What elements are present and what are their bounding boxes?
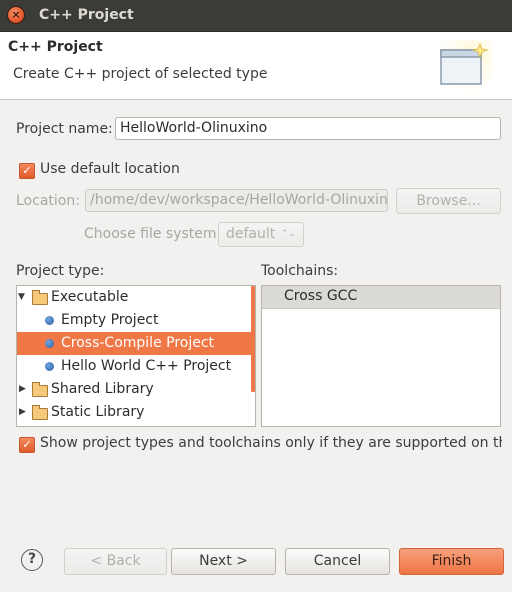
project-type-tree[interactable]: ▼ Executable Empty Project Cross-Compile… bbox=[16, 285, 256, 427]
location-label: Location: bbox=[16, 193, 80, 209]
next-button[interactable]: Next > bbox=[171, 548, 276, 575]
file-system-value: default bbox=[226, 226, 276, 242]
file-system-select[interactable]: default ⌃⌄ bbox=[218, 222, 304, 247]
expanded-arrow-icon[interactable]: ▼ bbox=[18, 286, 25, 309]
tree-item-label: Hello World C++ Project bbox=[61, 358, 232, 374]
tree-item-shared-library[interactable]: ▶ Shared Library bbox=[17, 378, 252, 401]
project-name-input[interactable]: HelloWorld-Olinuxino bbox=[115, 117, 501, 140]
tree-item-label: Cross-Compile Project bbox=[61, 335, 215, 351]
title-bar: × C++ Project bbox=[0, 0, 512, 32]
select-arrows-icon: ⌃⌄ bbox=[280, 229, 296, 239]
location-input[interactable]: /home/dev/workspace/HelloWorld-Olinuxino bbox=[85, 189, 388, 212]
page-title: C++ Project bbox=[8, 39, 103, 55]
project-type-bullet-icon bbox=[45, 339, 54, 348]
tree-item-cross-compile-project[interactable]: Cross-Compile Project bbox=[17, 332, 252, 355]
project-type-bullet-icon bbox=[45, 316, 54, 325]
folder-icon bbox=[32, 290, 48, 305]
collapsed-arrow-icon[interactable]: ▶ bbox=[19, 378, 26, 401]
folder-icon bbox=[32, 405, 48, 420]
tree-item-empty-project[interactable]: Empty Project bbox=[17, 309, 252, 332]
cancel-button[interactable]: Cancel bbox=[285, 548, 390, 575]
finish-button[interactable]: Finish bbox=[399, 548, 504, 575]
show-supported-only-checkbox[interactable]: ✓ bbox=[19, 437, 35, 453]
show-supported-only-label: Show project types and toolchains only i… bbox=[40, 435, 502, 451]
tree-item-executable[interactable]: ▼ Executable bbox=[17, 286, 252, 309]
tree-item-static-library[interactable]: ▶ Static Library bbox=[17, 401, 252, 424]
wizard-banner-icon bbox=[436, 40, 492, 96]
tree-item-label: Executable bbox=[51, 289, 129, 305]
back-button[interactable]: < Back bbox=[64, 548, 167, 575]
use-default-location-checkbox[interactable]: ✓ bbox=[19, 163, 35, 179]
toolchain-item-label: Cross GCC bbox=[284, 288, 358, 304]
browse-button[interactable]: Browse... bbox=[396, 188, 501, 214]
use-default-location-label: Use default location bbox=[40, 161, 180, 177]
project-name-label: Project name: bbox=[16, 121, 113, 137]
help-icon[interactable]: ? bbox=[21, 549, 43, 571]
window-title: C++ Project bbox=[39, 7, 134, 23]
tree-item-hello-world-cpp-project[interactable]: Hello World C++ Project bbox=[17, 355, 252, 378]
tree-item-label: Shared Library bbox=[51, 381, 154, 397]
tree-scrollbar[interactable] bbox=[251, 286, 255, 392]
toolchains-label: Toolchains: bbox=[261, 263, 339, 279]
collapsed-arrow-icon[interactable]: ▶ bbox=[19, 401, 26, 424]
file-system-label: Choose file system: bbox=[84, 226, 222, 242]
tree-item-label: Empty Project bbox=[61, 312, 159, 328]
page-description: Create C++ project of selected type bbox=[13, 66, 268, 82]
toolchain-item-cross-gcc[interactable]: Cross GCC bbox=[262, 286, 500, 309]
wizard-header: C++ Project Create C++ project of select… bbox=[0, 32, 512, 100]
project-type-bullet-icon bbox=[45, 362, 54, 371]
tree-item-label: Static Library bbox=[51, 404, 145, 420]
project-type-label: Project type: bbox=[16, 263, 105, 279]
folder-icon bbox=[32, 382, 48, 397]
close-icon[interactable]: × bbox=[8, 7, 24, 23]
